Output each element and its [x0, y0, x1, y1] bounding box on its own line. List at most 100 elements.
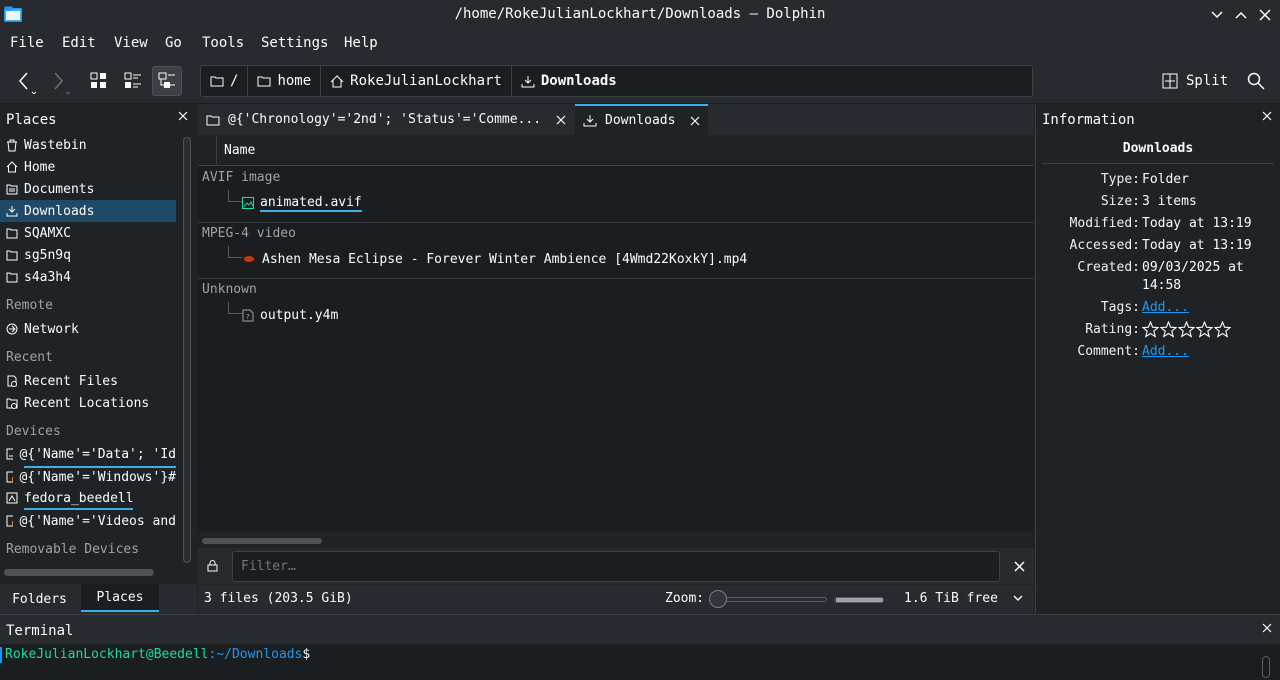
free-space-bar: [834, 597, 884, 603]
breadcrumb-root[interactable]: /: [201, 66, 249, 96]
download-icon: [6, 206, 18, 217]
tree-connector: [228, 302, 242, 314]
place-documents[interactable]: Documents: [0, 178, 176, 200]
recent-files-icon: [7, 375, 17, 387]
menu-view[interactable]: View: [114, 35, 148, 51]
menu-edit[interactable]: Edit: [62, 35, 96, 51]
info-created-label: Created:: [1077, 260, 1140, 275]
column-name[interactable]: Name: [224, 143, 255, 158]
details-view-button[interactable]: [152, 66, 182, 96]
search-button[interactable]: [1241, 66, 1271, 96]
breadcrumb-home[interactable]: home: [248, 66, 322, 96]
panel-tabs: Folders Places: [0, 584, 197, 614]
place-downloads[interactable]: Downloads: [0, 200, 176, 222]
device-fedora[interactable]: fedora_beedell: [0, 487, 176, 509]
file-row-y4m[interactable]: ? output.y4m: [242, 304, 338, 326]
rating-star-icon[interactable]: [1142, 321, 1159, 338]
terminal-title: Terminal: [6, 623, 74, 639]
breadcrumb-user[interactable]: RokeJulianLockhart: [321, 66, 512, 96]
location-breadcrumb[interactable]: / home RokeJulianLockhart Downloads: [200, 65, 1033, 97]
add-tags-link[interactable]: Add...: [1142, 300, 1189, 315]
close-places-button[interactable]: [178, 111, 188, 121]
split-view-icon: [1162, 73, 1178, 89]
rating-star-icon[interactable]: [1178, 321, 1195, 338]
menu-settings[interactable]: Settings: [261, 35, 328, 51]
svg-text:?: ?: [246, 313, 250, 321]
terminal-panel[interactable]: RokeJulianLockhart@Beedell:~/Downloads$: [0, 644, 1280, 680]
menu-help[interactable]: Help: [344, 35, 378, 51]
device-windows[interactable]: @{'Name'='Windows'}#: [0, 466, 176, 488]
info-size-value: 3 items: [1142, 194, 1197, 209]
menu-file[interactable]: File: [10, 35, 44, 51]
group-header-unknown: Unknown: [202, 282, 257, 297]
place-label: s4a3h4: [24, 269, 71, 285]
place-label: Recent Files: [24, 373, 118, 389]
menu-go[interactable]: Go: [165, 35, 182, 51]
place-wastebin[interactable]: Wastebin: [0, 134, 176, 156]
group-separator: [198, 222, 1034, 223]
breadcrumb-home-label: home: [277, 73, 312, 89]
places-horizontal-scrollbar[interactable]: [4, 569, 154, 576]
place-s4a3h4[interactable]: s4a3h4: [0, 266, 176, 288]
column-header: Name: [198, 136, 1034, 166]
place-label: Downloads: [24, 203, 95, 219]
close-information-button[interactable]: [1262, 111, 1272, 121]
status-menu-button[interactable]: [1013, 595, 1023, 602]
close-tab-icon[interactable]: [690, 116, 700, 126]
tab-folders[interactable]: Folders: [0, 584, 79, 614]
tab-downloads[interactable]: Downloads: [575, 104, 708, 135]
places-vertical-scrollbar[interactable]: [183, 137, 191, 563]
info-accessed-value: Today at 13:19: [1142, 238, 1252, 253]
place-recent-files[interactable]: Recent Files: [0, 370, 176, 392]
rating-widget[interactable]: [1142, 321, 1231, 338]
info-modified-value: Today at 13:19: [1142, 216, 1252, 231]
tab-places[interactable]: Places: [81, 584, 159, 612]
filter-input[interactable]: [232, 551, 1000, 582]
file-name: animated.avif: [260, 194, 362, 212]
places-panel: Places Wastebin Home Documents Downloads…: [0, 105, 193, 613]
menu-tools[interactable]: Tools: [202, 35, 244, 51]
rating-star-icon[interactable]: [1196, 321, 1213, 338]
filelist-horizontal-scrollbar[interactable]: [202, 538, 322, 544]
place-sqamxc[interactable]: SQAMXC: [0, 222, 176, 244]
lock-filter-button[interactable]: [207, 560, 218, 572]
terminal-prompt-char: $: [302, 647, 311, 662]
icons-view-button[interactable]: [84, 66, 114, 96]
terminal-scrollbar[interactable]: [1262, 656, 1270, 678]
close-filter-button[interactable]: [1014, 561, 1025, 572]
rating-star-icon[interactable]: [1214, 321, 1231, 338]
zoom-slider-handle[interactable]: [709, 590, 727, 608]
rating-star-icon[interactable]: [1160, 321, 1177, 338]
maximize-button[interactable]: [1230, 5, 1252, 25]
file-name: Ashen Mesa Eclipse - Forever Winter Ambi…: [262, 251, 748, 267]
tab-chronology[interactable]: @{'Chronology'='2nd'; 'Status'='Comme...: [198, 104, 574, 135]
breadcrumb-downloads[interactable]: Downloads: [512, 66, 626, 96]
tab-label: Downloads: [605, 113, 676, 128]
place-recent-locations[interactable]: Recent Locations: [0, 392, 176, 414]
split-button[interactable]: Split: [1156, 65, 1234, 97]
zoom-label: Zoom:: [665, 591, 705, 606]
file-row-avif[interactable]: animated.avif: [242, 192, 362, 214]
forward-button[interactable]: [44, 66, 74, 96]
device-data[interactable]: @{'Name'='Data'; 'Id: [0, 443, 176, 465]
folder-icon: [206, 115, 220, 125]
compact-view-button[interactable]: [118, 66, 148, 96]
close-window-button[interactable]: [1254, 5, 1276, 25]
info-tags-label: Tags:: [1100, 300, 1140, 315]
add-comment-link[interactable]: Add...: [1142, 344, 1189, 359]
info-rating-label: Rating:: [1085, 322, 1140, 337]
close-terminal-button[interactable]: [1262, 623, 1272, 633]
place-home[interactable]: Home: [0, 156, 176, 178]
file-row-mp4[interactable]: Ashen Mesa Eclipse - Forever Winter Ambi…: [242, 248, 747, 270]
minimize-button[interactable]: [1206, 5, 1228, 25]
place-network[interactable]: Network: [0, 318, 176, 340]
tree-connector: [228, 190, 242, 202]
place-sg5n9q[interactable]: sg5n9q: [0, 244, 176, 266]
close-tab-icon[interactable]: [556, 115, 566, 125]
home-icon: [6, 161, 18, 173]
download-icon: [521, 75, 535, 87]
device-videos[interactable]: @{'Name'='Videos and: [0, 510, 176, 532]
place-label: Wastebin: [24, 137, 87, 153]
back-button[interactable]: [10, 66, 40, 96]
network-icon: [6, 323, 18, 335]
